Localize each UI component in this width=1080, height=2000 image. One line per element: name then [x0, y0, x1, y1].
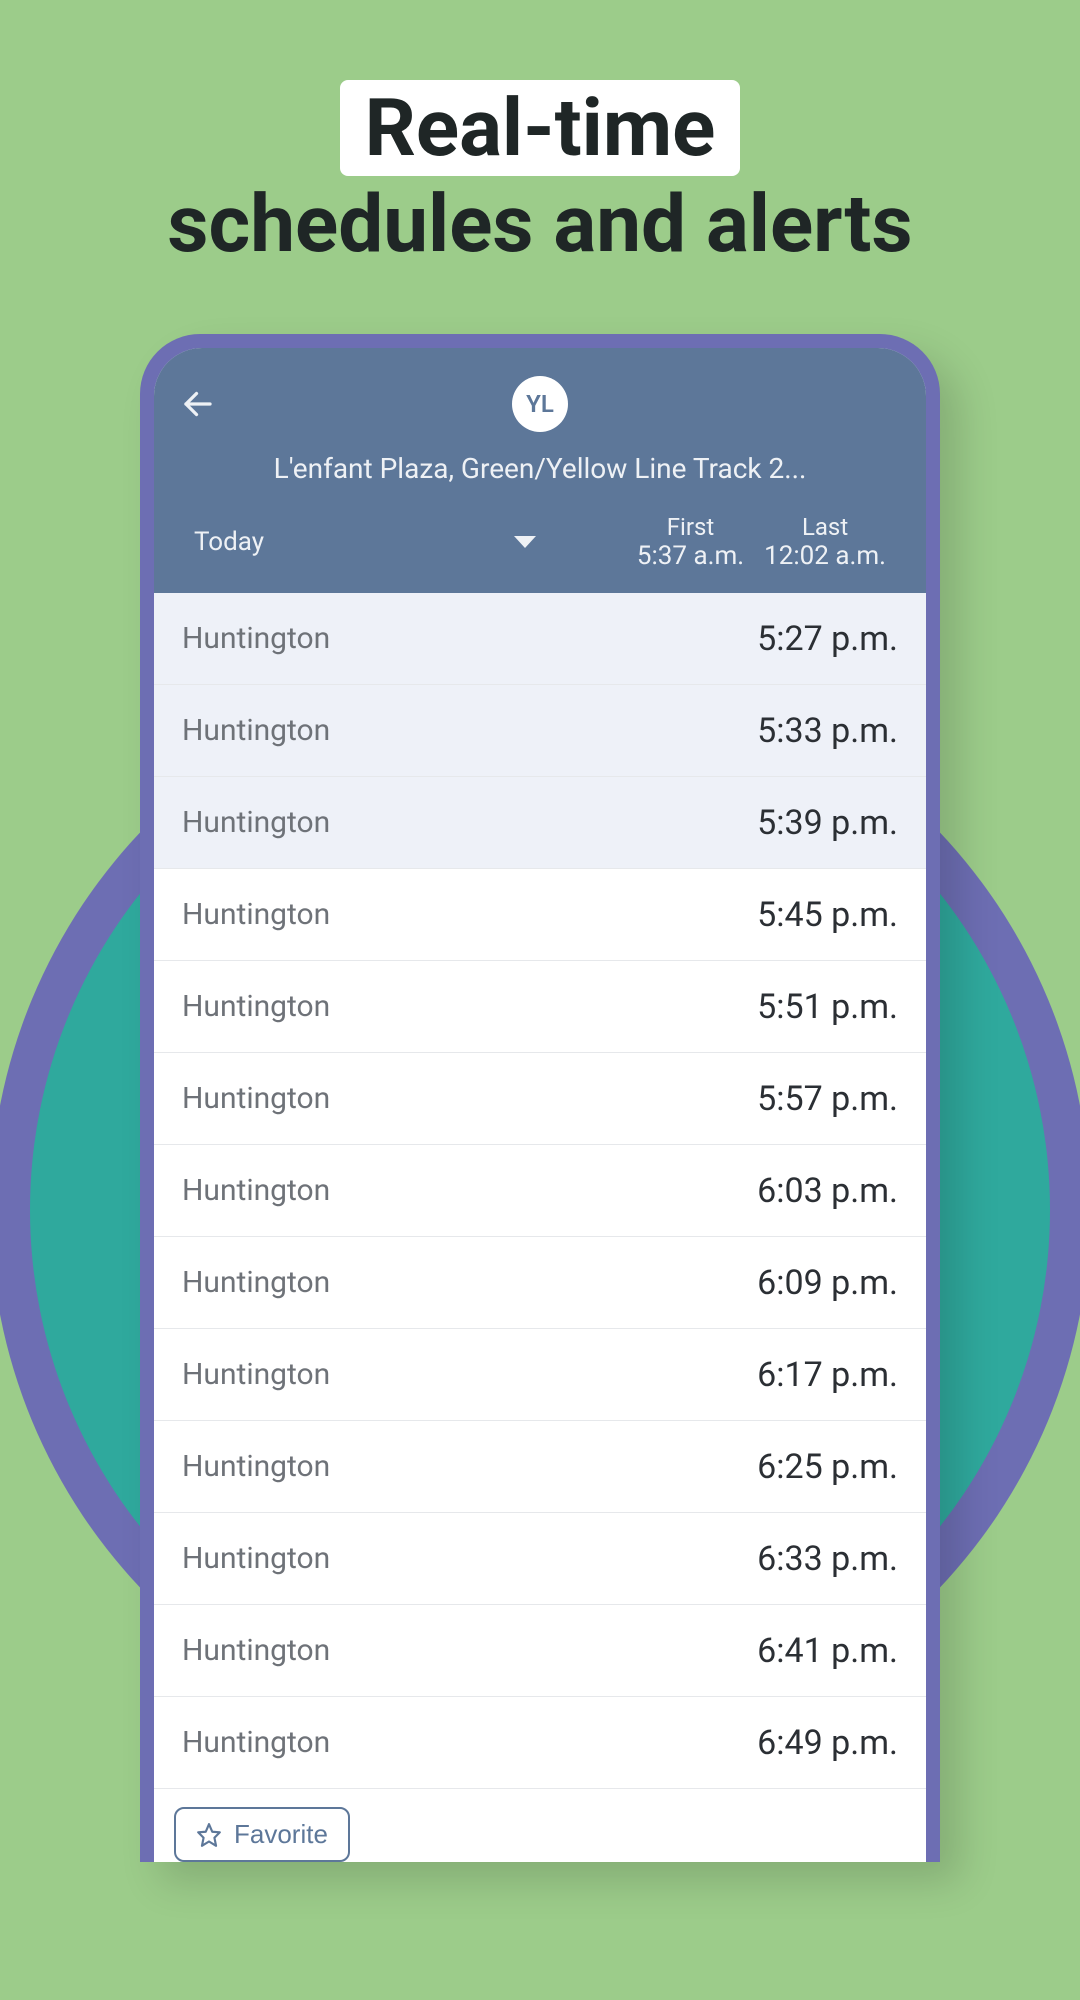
station-title: L'enfant Plaza, Green/Yellow Line Track … [174, 442, 906, 507]
departure-time: 6:09 p.m. [757, 1263, 898, 1303]
marketing-headline: Real-time schedules and alerts [0, 80, 1080, 272]
destination-label: Huntington [182, 1357, 330, 1392]
departure-time: 6:25 p.m. [757, 1447, 898, 1487]
destination-label: Huntington [182, 897, 330, 932]
last-label: Last [764, 513, 886, 541]
schedule-row[interactable]: Huntington 5:33 p.m. [154, 685, 926, 777]
schedule-row[interactable]: Huntington 6:17 p.m. [154, 1329, 926, 1421]
departure-time: 6:41 p.m. [757, 1631, 898, 1671]
headline-subtext: schedules and alerts [167, 177, 912, 271]
first-label: First [637, 513, 744, 541]
departure-time: 5:27 p.m. [757, 619, 898, 659]
phone-screen: YL L'enfant Plaza, Green/Yellow Line Tra… [154, 348, 926, 1862]
destination-label: Huntington [182, 1449, 330, 1484]
app-header: YL L'enfant Plaza, Green/Yellow Line Tra… [154, 348, 926, 593]
schedule-row[interactable]: Huntington 6:49 p.m. [154, 1697, 926, 1789]
first-last-group: First 5:37 a.m. Last 12:02 a.m. [637, 513, 886, 571]
favorite-label: Favorite [234, 1819, 328, 1850]
schedule-row[interactable]: Huntington 5:39 p.m. [154, 777, 926, 869]
schedule-row[interactable]: Huntington 5:51 p.m. [154, 961, 926, 1053]
favorite-bar: Favorite [154, 1789, 926, 1862]
destination-label: Huntington [182, 1265, 330, 1300]
destination-label: Huntington [182, 1173, 330, 1208]
last-time: 12:02 a.m. [764, 541, 886, 571]
destination-label: Huntington [182, 805, 330, 840]
header-info-row: Today First 5:37 a.m. Last 12:02 a.m. [174, 507, 906, 593]
destination-label: Huntington [182, 1725, 330, 1760]
schedule-row[interactable]: Huntington 6:33 p.m. [154, 1513, 926, 1605]
destination-label: Huntington [182, 713, 330, 748]
back-arrow-icon[interactable] [180, 386, 216, 422]
chevron-down-icon [514, 536, 536, 548]
schedule-row[interactable]: Huntington 5:57 p.m. [154, 1053, 926, 1145]
schedule-row[interactable]: Huntington 6:25 p.m. [154, 1421, 926, 1513]
departure-time: 5:33 p.m. [757, 711, 898, 751]
destination-label: Huntington [182, 1081, 330, 1116]
date-label: Today [194, 527, 264, 557]
favorite-button[interactable]: Favorite [174, 1807, 350, 1862]
schedule-row[interactable]: Huntington 5:45 p.m. [154, 869, 926, 961]
first-train-info: First 5:37 a.m. [637, 513, 744, 571]
departure-time: 6:49 p.m. [757, 1723, 898, 1763]
headline-highlight: Real-time [340, 80, 741, 176]
destination-label: Huntington [182, 621, 330, 656]
schedule-row[interactable]: Huntington 6:41 p.m. [154, 1605, 926, 1697]
departure-time: 6:03 p.m. [757, 1171, 898, 1211]
schedule-list[interactable]: Huntington5:27 p.m.Huntington5:33 p.m.Hu… [154, 593, 926, 1789]
line-badge: YL [512, 376, 568, 432]
schedule-row[interactable]: Huntington 6:03 p.m. [154, 1145, 926, 1237]
destination-label: Huntington [182, 989, 330, 1024]
schedule-row[interactable]: Huntington 6:09 p.m. [154, 1237, 926, 1329]
date-selector[interactable]: Today [194, 527, 536, 557]
departure-time: 5:57 p.m. [757, 1079, 898, 1119]
departure-time: 5:45 p.m. [757, 895, 898, 935]
header-top-row: YL [174, 376, 906, 442]
departure-time: 6:17 p.m. [757, 1355, 898, 1395]
departure-time: 5:51 p.m. [757, 987, 898, 1027]
destination-label: Huntington [182, 1541, 330, 1576]
departure-time: 6:33 p.m. [757, 1539, 898, 1579]
destination-label: Huntington [182, 1633, 330, 1668]
phone-frame: YL L'enfant Plaza, Green/Yellow Line Tra… [140, 334, 940, 1862]
schedule-row[interactable]: Huntington 5:27 p.m. [154, 593, 926, 685]
last-train-info: Last 12:02 a.m. [764, 513, 886, 571]
star-icon [196, 1822, 222, 1848]
first-time: 5:37 a.m. [637, 541, 744, 571]
departure-time: 5:39 p.m. [757, 803, 898, 843]
